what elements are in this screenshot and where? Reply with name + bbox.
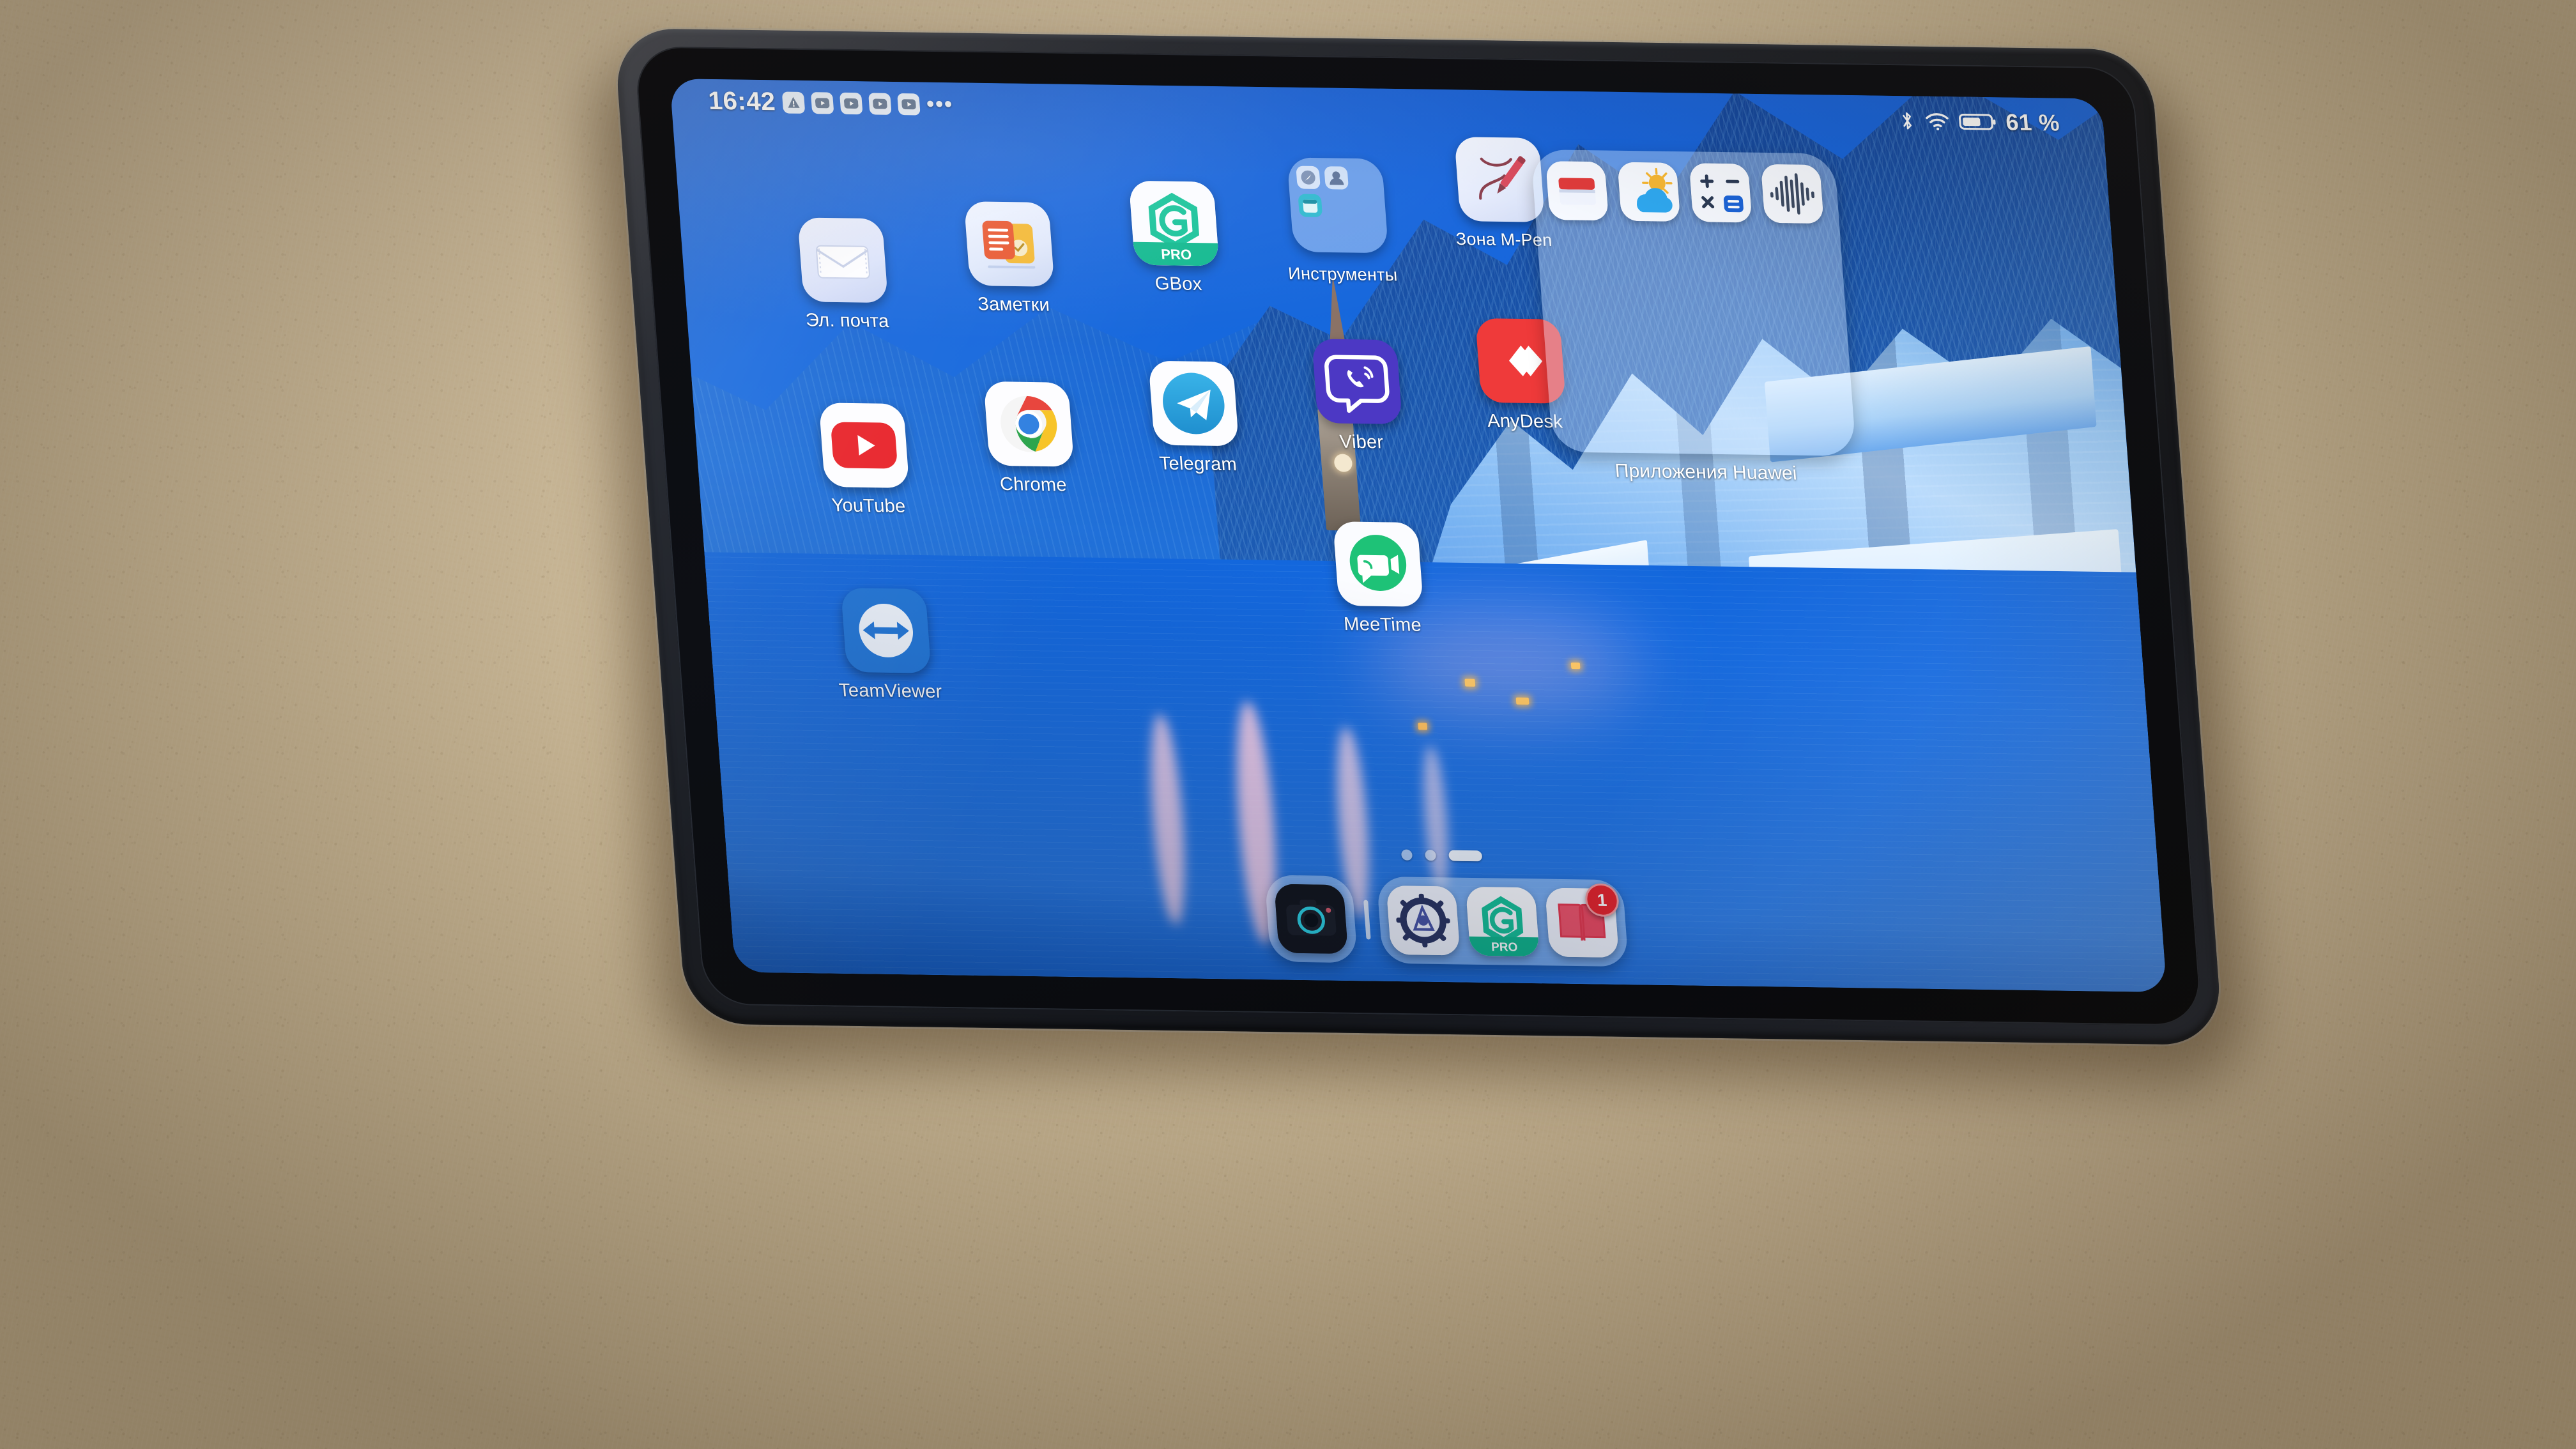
books-icon[interactable]: 1 (1545, 883, 1620, 958)
battery-icon (1958, 112, 1997, 132)
m-pen-icon (1454, 137, 1545, 222)
app-icon-notes[interactable]: Заметки (942, 201, 1078, 317)
svg-text:PRO: PRO (1160, 246, 1192, 263)
recorder-icon (1760, 164, 1824, 224)
tablet-chassis: 16:42 ••• 61 % Эл. почта Заметки PRO GBo… (613, 27, 2223, 1046)
youtube-notification-icon (839, 92, 863, 114)
wifi-icon (1924, 112, 1950, 132)
youtube-notification-icon (810, 91, 834, 114)
youtube-notification-icon (896, 93, 921, 115)
app-label: Chrome (999, 473, 1068, 496)
app-label: Заметки (977, 294, 1051, 316)
status-bar-clock: 16:42 (707, 86, 777, 116)
contacts-icon (1324, 166, 1349, 190)
app-icon-gbox[interactable]: PRO GBox (1107, 180, 1243, 296)
huawei-folder-label: Приложения Huawei (1614, 460, 1798, 484)
bluetooth-icon (1898, 110, 1917, 132)
app-label: Viber (1338, 431, 1384, 453)
chrome-icon (983, 381, 1075, 467)
battery-percent-label: 61 % (2004, 109, 2061, 136)
photo-scene: 16:42 ••• 61 % Эл. почта Заметки PRO GBo… (0, 0, 2576, 1449)
tablet-device: 16:42 ••• 61 % Эл. почта Заметки PRO GBo… (590, 27, 2252, 1084)
page-dot-3-active[interactable] (1448, 850, 1483, 862)
huawei-folder-preview-row (1545, 161, 1824, 224)
settings-icon[interactable] (1386, 885, 1460, 956)
appgallery-icon (1545, 161, 1609, 221)
telegram-icon (1148, 360, 1239, 447)
app-icon-youtube[interactable]: YouTube (797, 402, 933, 518)
app-icon-telegram[interactable]: Telegram (1126, 360, 1262, 476)
dock: PRO 1 (1264, 875, 1629, 967)
compass-icon (1296, 165, 1321, 190)
app-label: Инструменты (1287, 264, 1399, 285)
dock-separator (1363, 900, 1371, 940)
app-icon-tools-folder[interactable]: Инструменты (1270, 157, 1407, 286)
teamviewer-icon (840, 588, 931, 673)
dock-apps-pill: PRO 1 (1376, 876, 1629, 967)
weather-icon (1617, 162, 1681, 222)
page-dot-1[interactable] (1400, 849, 1413, 861)
page-dot-2[interactable] (1424, 850, 1437, 861)
status-bar-left: 16:42 ••• (707, 87, 954, 119)
viber-icon (1312, 339, 1403, 425)
calculator-icon (1689, 163, 1752, 223)
calendar-icon (1298, 194, 1323, 217)
app-icon-teamviewer[interactable]: TeamViewer (819, 588, 955, 703)
home-screen: 16:42 ••• 61 % Эл. почта Заметки PRO GBo… (670, 79, 2167, 992)
app-label: TeamViewer (838, 680, 943, 702)
status-bar-right: 61 % (1898, 107, 2061, 136)
status-bar: 16:42 ••• 61 % (670, 79, 2106, 156)
alert-icon (781, 91, 806, 114)
app-label: GBox (1154, 273, 1203, 295)
svg-text:PRO: PRO (1491, 940, 1518, 954)
status-bar-overflow: ••• (925, 91, 954, 117)
app-icon-viber[interactable]: Viber (1290, 339, 1426, 454)
app-label: Эл. почта (804, 310, 890, 332)
app-icon-chrome[interactable]: Chrome (962, 381, 1098, 496)
app-icon-email[interactable]: Эл. почта (776, 217, 912, 333)
gbox-icon[interactable]: PRO (1465, 886, 1540, 957)
app-label: YouTube (831, 495, 907, 517)
youtube-icon (818, 402, 910, 488)
camera-icon[interactable] (1274, 884, 1349, 954)
email-icon (797, 217, 889, 303)
app-icon-meetime[interactable]: MeeTime (1311, 521, 1447, 637)
page-indicator[interactable] (1400, 849, 1483, 862)
app-label: Telegram (1158, 453, 1238, 475)
tablet-screen[interactable]: 16:42 ••• 61 % Эл. почта Заметки PRO GBo… (670, 79, 2167, 992)
app-label: MeeTime (1343, 614, 1422, 636)
gbox-icon: PRO (1128, 180, 1220, 266)
huawei-apps-folder[interactable]: Приложения Huawei (1530, 149, 1857, 484)
youtube-notification-icon (868, 92, 892, 115)
dock-camera-pill[interactable] (1264, 875, 1358, 963)
meetime-icon (1333, 521, 1424, 607)
tablet-bezel: 16:42 ••• 61 % Эл. почта Заметки PRO GBo… (634, 46, 2203, 1026)
tools-folder-icon (1287, 157, 1389, 254)
notes-icon (963, 201, 1055, 287)
